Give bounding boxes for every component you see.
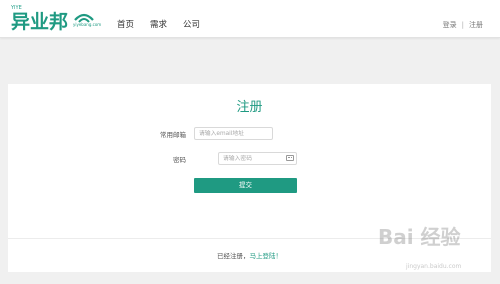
register-link[interactable]: 注册 (469, 20, 483, 30)
login-link[interactable]: 登录 (443, 20, 457, 30)
logo-text: 异业邦 (11, 11, 69, 33)
keyboard-icon[interactable] (286, 155, 294, 161)
account-links: 登录 | 注册 (443, 20, 483, 30)
top-header: YIYE 异业邦 yiyebang.com 首页 需求 公司 登录 | 注册 (0, 0, 500, 38)
logo-subtext: yiyebang.com (73, 22, 102, 27)
main-nav: 首页 需求 公司 (117, 20, 200, 30)
login-now-link[interactable]: 马上登陆！ (250, 252, 283, 260)
watermark-subtext: jingyan.baidu.com (406, 263, 462, 270)
site-logo[interactable]: YIYE 异业邦 yiyebang.com (11, 6, 101, 33)
email-field[interactable] (194, 127, 273, 140)
submit-button[interactable]: 提交 (194, 178, 297, 193)
email-label: 常用邮箱 (160, 131, 186, 139)
baidu-watermark: Bai 经验 jingyan.baidu.com (378, 226, 493, 274)
password-label: 密码 (173, 156, 186, 164)
watermark-text: Bai 经验 (378, 225, 461, 249)
nav-item-demand[interactable]: 需求 (150, 20, 167, 30)
login-prompt-text: 已经注册， (217, 252, 250, 260)
link-separator: | (461, 21, 464, 29)
nav-item-home[interactable]: 首页 (117, 20, 134, 30)
nav-item-company[interactable]: 公司 (183, 20, 200, 30)
form-title: 注册 (236, 100, 263, 115)
